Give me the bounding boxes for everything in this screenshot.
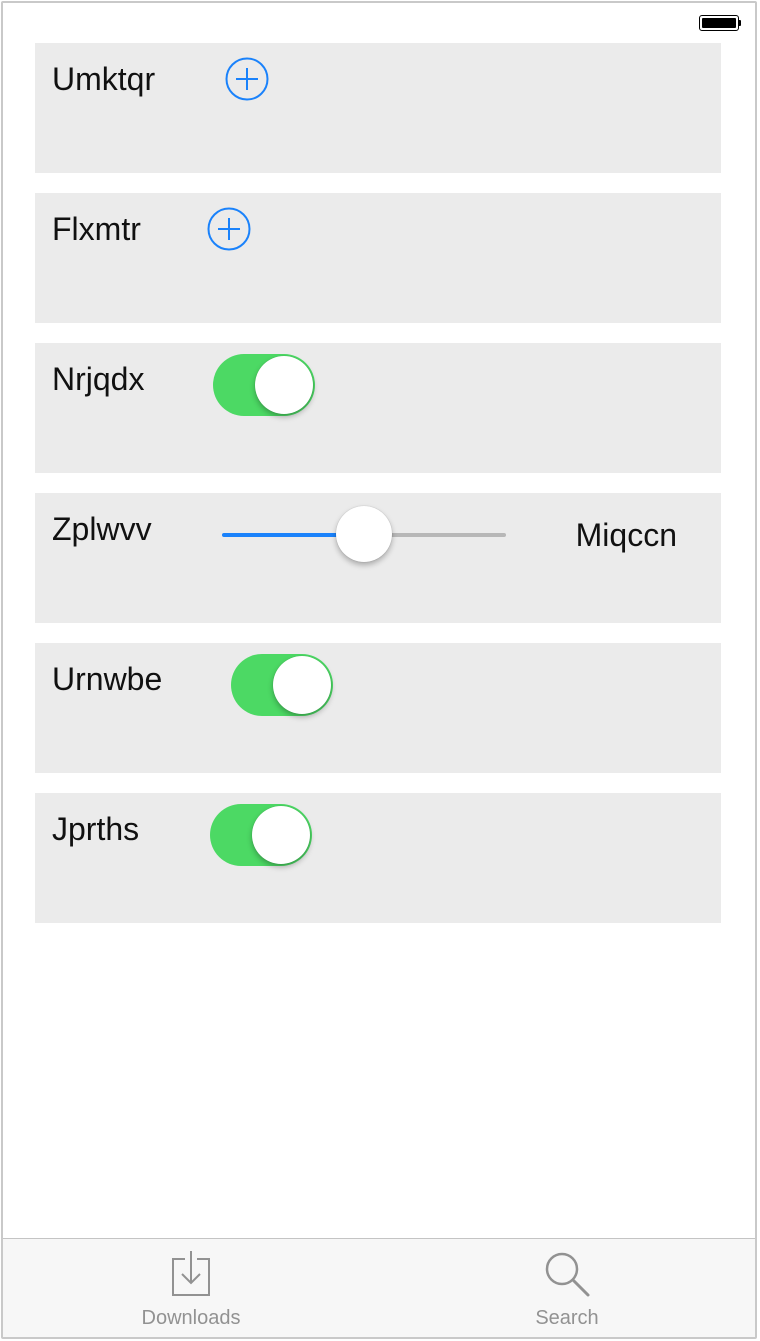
row-nrjqdx: Nrjqdx bbox=[35, 343, 721, 473]
battery-icon bbox=[699, 15, 741, 31]
slider-max-label: Miqccn bbox=[575, 517, 677, 553]
slider[interactable] bbox=[222, 503, 506, 565]
tab-label: Downloads bbox=[141, 1307, 241, 1329]
toggle-switch[interactable] bbox=[210, 804, 312, 866]
toggle-knob bbox=[252, 806, 310, 864]
tab-downloads[interactable]: Downloads bbox=[3, 1239, 379, 1337]
row-label: Flxmtr bbox=[52, 211, 141, 247]
plus-circle-icon bbox=[207, 207, 251, 251]
tab-search[interactable]: Search bbox=[379, 1239, 755, 1337]
row-jprths: Jprths bbox=[35, 793, 721, 923]
toggle-knob bbox=[255, 356, 313, 414]
toggle-switch[interactable] bbox=[213, 354, 315, 416]
toggle-knob bbox=[273, 656, 331, 714]
row-label: Nrjqdx bbox=[52, 361, 145, 397]
downloads-icon bbox=[172, 1251, 210, 1296]
search-icon bbox=[545, 1252, 590, 1297]
row-zplwvv: Zplwvv Miqccn bbox=[35, 493, 721, 623]
row-label: Jprths bbox=[52, 811, 140, 847]
tab-label: Search bbox=[535, 1307, 599, 1329]
slider-thumb[interactable] bbox=[336, 506, 392, 562]
phone-screen: Umktqr Flxmtr Nrjqdx Zplwvv Miqccn Urnwb… bbox=[1, 1, 757, 1339]
row-label: Urnwbe bbox=[52, 661, 163, 697]
row-flxmtr: Flxmtr bbox=[35, 193, 721, 323]
status-bar bbox=[3, 3, 755, 43]
add-button[interactable] bbox=[207, 207, 251, 251]
row-umktqr: Umktqr bbox=[35, 43, 721, 173]
toggle-switch[interactable] bbox=[231, 654, 333, 716]
plus-circle-icon bbox=[225, 57, 269, 101]
row-urnwbe: Urnwbe bbox=[35, 643, 721, 773]
row-label: Umktqr bbox=[52, 61, 156, 97]
add-button[interactable] bbox=[225, 57, 269, 101]
tab-bar: Downloads Search bbox=[3, 1238, 755, 1337]
row-label: Zplwvv bbox=[52, 511, 152, 547]
